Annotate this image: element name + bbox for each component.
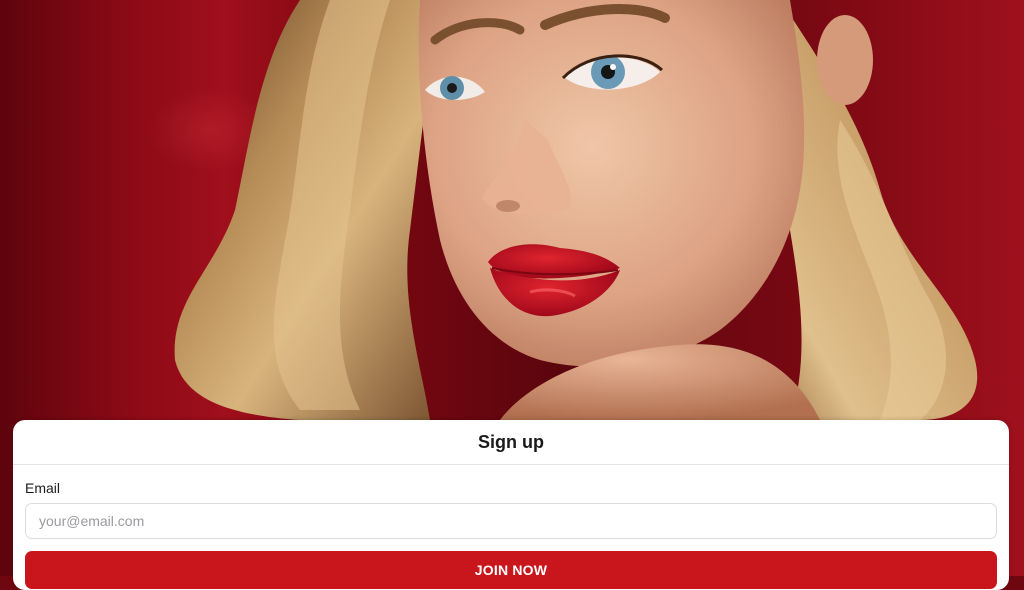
card-header: Sign up <box>13 420 1009 465</box>
signup-card: Sign up Email JOIN NOW <box>13 420 1009 590</box>
email-label: Email <box>25 480 61 496</box>
signup-title: Sign up <box>478 431 544 452</box>
email-input[interactable] <box>25 503 997 539</box>
signup-form: Email JOIN NOW <box>13 465 1009 589</box>
join-now-button[interactable]: JOIN NOW <box>25 551 997 589</box>
